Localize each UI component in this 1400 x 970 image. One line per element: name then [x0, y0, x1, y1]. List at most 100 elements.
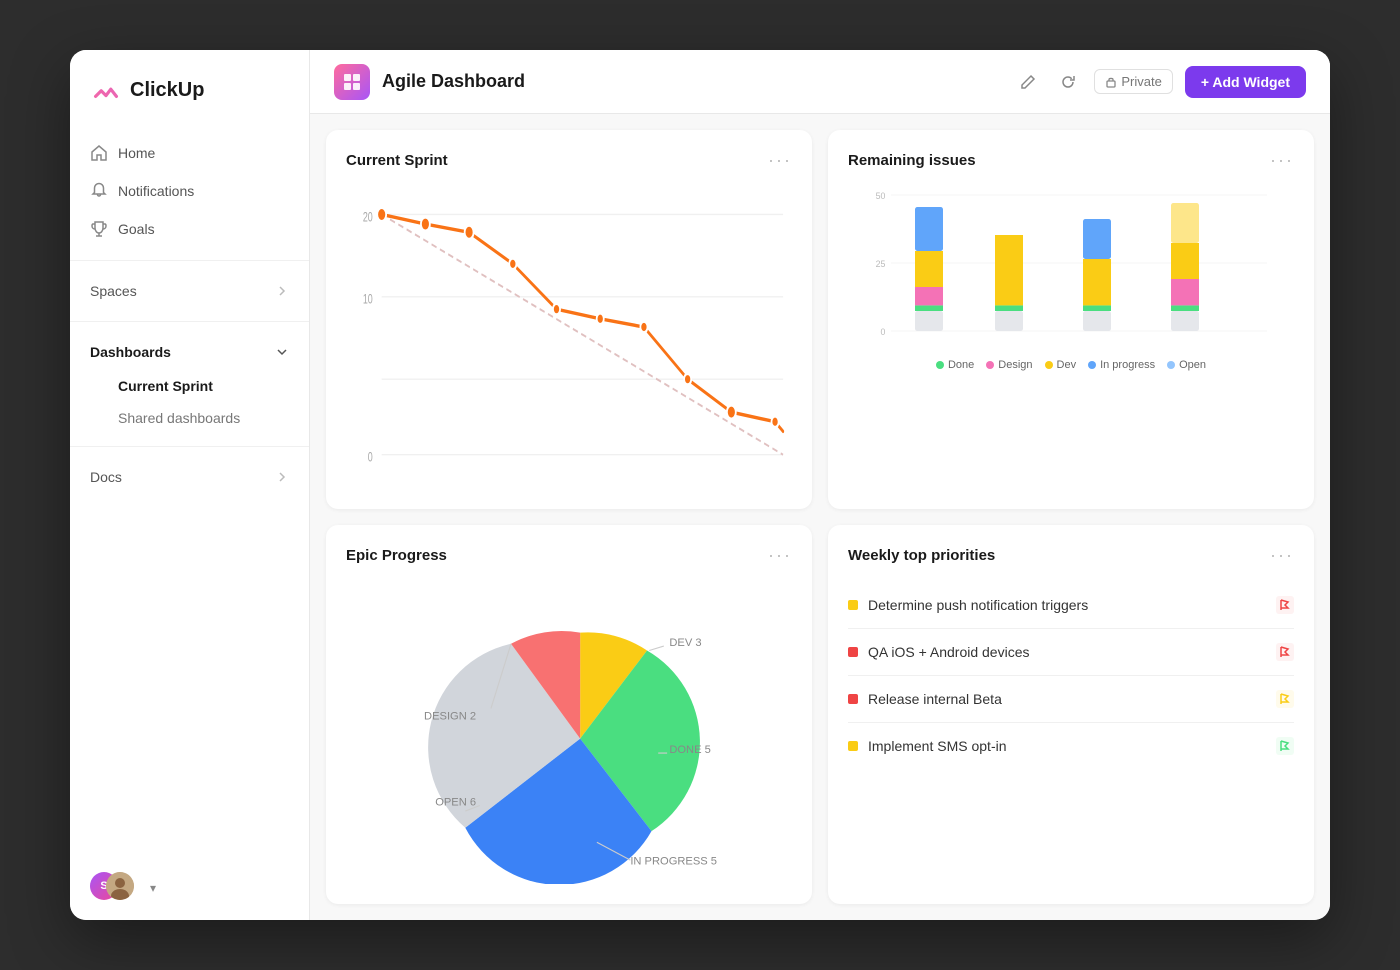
- logo: ClickUp: [70, 50, 309, 126]
- user-menu-chevron[interactable]: ▾: [150, 881, 156, 895]
- nav-divider-3: [70, 446, 309, 447]
- priority-item-2: QA iOS + Android devices: [848, 629, 1294, 676]
- grid-icon: [342, 72, 362, 92]
- legend-dev: Dev: [1045, 359, 1077, 371]
- sidebar-item-notifications[interactable]: Notifications: [70, 172, 309, 210]
- priority-flag-4: [1276, 737, 1294, 755]
- legend-dot-design: [986, 361, 994, 369]
- legend-dot-inprogress: [1088, 361, 1096, 369]
- priority-flag-2: [1276, 643, 1294, 661]
- widget-header-current-sprint: Current Sprint ···: [346, 150, 792, 171]
- svg-text:20: 20: [363, 211, 373, 225]
- user-avatar-img: [106, 872, 134, 900]
- epic-progress-menu[interactable]: ···: [768, 545, 792, 566]
- avatar-user: [106, 872, 134, 900]
- priority-item-1: Determine push notification triggers: [848, 582, 1294, 629]
- clickup-logo-icon: [90, 74, 122, 106]
- flag-icon-1: [1279, 599, 1291, 611]
- pie-label-open: OPEN 6: [435, 796, 476, 808]
- legend-dot-dev: [1045, 361, 1053, 369]
- avatar-stack: S: [90, 872, 138, 904]
- legend-open: Open: [1167, 359, 1206, 371]
- legend-done: Done: [936, 359, 974, 371]
- sidebar-item-home[interactable]: Home: [70, 134, 309, 172]
- legend-dot-done: [936, 361, 944, 369]
- logo-text: ClickUp: [130, 79, 204, 102]
- priority-text-3: Release internal Beta: [868, 691, 1002, 707]
- spaces-label: Spaces: [90, 283, 137, 299]
- pie-label-design: DESIGN 2: [424, 711, 476, 723]
- remaining-issues-menu[interactable]: ···: [1270, 150, 1294, 171]
- sidebar-item-current-sprint[interactable]: Current Sprint: [70, 370, 309, 402]
- goals-label: Goals: [118, 221, 155, 237]
- widget-weekly-priorities: Weekly top priorities ··· Determine push…: [828, 525, 1314, 904]
- pie-svg: DEV 3 DONE 5 IN PROGRESS 5 OPEN 6 DESIGN…: [346, 582, 792, 884]
- priorities-title: Weekly top priorities: [848, 547, 995, 564]
- header-left: Agile Dashboard: [334, 64, 525, 100]
- refresh-icon: [1060, 74, 1076, 90]
- flag-icon-4: [1279, 740, 1291, 752]
- pie-container: DEV 3 DONE 5 IN PROGRESS 5 OPEN 6 DESIGN…: [346, 582, 792, 884]
- svg-text:10: 10: [363, 293, 373, 307]
- add-widget-button[interactable]: + Add Widget: [1185, 66, 1306, 98]
- priority-dot-4: [848, 741, 858, 751]
- flag-icon-3: [1279, 693, 1291, 705]
- sidebar-bottom: S ▾: [70, 856, 309, 920]
- epic-progress-title: Epic Progress: [346, 547, 447, 564]
- bar-chart-svg: 50 25 0: [848, 187, 1294, 347]
- pie-label-done: DONE 5: [669, 744, 710, 756]
- sidebar-section-spaces[interactable]: Spaces: [70, 273, 309, 309]
- sidebar: ClickUp Home Notifications: [70, 50, 310, 920]
- home-icon: [90, 144, 108, 162]
- remaining-issues-title: Remaining issues: [848, 152, 976, 169]
- widget-current-sprint: Current Sprint ··· 20 10 0: [326, 130, 812, 509]
- legend-label-design: Design: [998, 359, 1032, 371]
- legend-label-open: Open: [1179, 359, 1206, 371]
- docs-label: Docs: [90, 469, 122, 485]
- chevron-right-icon-docs: [275, 470, 289, 484]
- svg-text:0: 0: [880, 327, 885, 337]
- legend-dot-open: [1167, 361, 1175, 369]
- shared-dashboards-label: Shared dashboards: [118, 410, 240, 426]
- trophy-icon: [90, 220, 108, 238]
- sidebar-item-goals[interactable]: Goals: [70, 210, 309, 248]
- legend-design: Design: [986, 359, 1032, 371]
- widget-remaining-issues: Remaining issues ··· 50 25 0: [828, 130, 1314, 509]
- priority-dot-1: [848, 600, 858, 610]
- edit-button[interactable]: [1014, 68, 1042, 96]
- svg-text:0: 0: [368, 451, 373, 465]
- dashboards-label: Dashboards: [90, 344, 171, 360]
- refresh-button[interactable]: [1054, 68, 1082, 96]
- current-sprint-widget-title: Current Sprint: [346, 152, 448, 169]
- priority-dot-2: [848, 647, 858, 657]
- svg-text:50: 50: [876, 191, 886, 201]
- burndown-chart: 20 10 0: [346, 187, 792, 489]
- priority-left-1: Determine push notification triggers: [848, 597, 1088, 613]
- sidebar-section-docs[interactable]: Docs: [70, 459, 309, 495]
- current-sprint-menu[interactable]: ···: [768, 150, 792, 171]
- nav-divider-2: [70, 321, 309, 322]
- private-label: Private: [1121, 74, 1161, 89]
- legend-label-dev: Dev: [1057, 359, 1077, 371]
- priority-dot-3: [848, 694, 858, 704]
- chevron-right-icon: [275, 284, 289, 298]
- legend-inprogress: In progress: [1088, 359, 1155, 371]
- priorities-menu[interactable]: ···: [1270, 545, 1294, 566]
- private-badge: Private: [1094, 69, 1172, 94]
- priority-item-3: Release internal Beta: [848, 676, 1294, 723]
- sidebar-section-dashboards[interactable]: Dashboards: [70, 334, 309, 370]
- legend-label-done: Done: [948, 359, 974, 371]
- svg-text:25: 25: [876, 259, 886, 269]
- lock-icon: [1105, 76, 1117, 88]
- home-label: Home: [118, 145, 155, 161]
- widget-header-epic-progress: Epic Progress ···: [346, 545, 792, 566]
- chart-legend: Done Design Dev In progress: [848, 359, 1294, 371]
- priority-list: Determine push notification triggers QA: [848, 582, 1294, 884]
- sidebar-nav: Home Notifications Goals: [70, 126, 309, 503]
- header: Agile Dashboard: [310, 50, 1330, 114]
- widget-header-remaining-issues: Remaining issues ···: [848, 150, 1294, 171]
- pie-label-dev: DEV 3: [669, 637, 701, 649]
- sidebar-item-shared-dashboards[interactable]: Shared dashboards: [70, 402, 309, 434]
- edit-icon: [1020, 74, 1036, 90]
- chevron-down-icon: [275, 345, 289, 359]
